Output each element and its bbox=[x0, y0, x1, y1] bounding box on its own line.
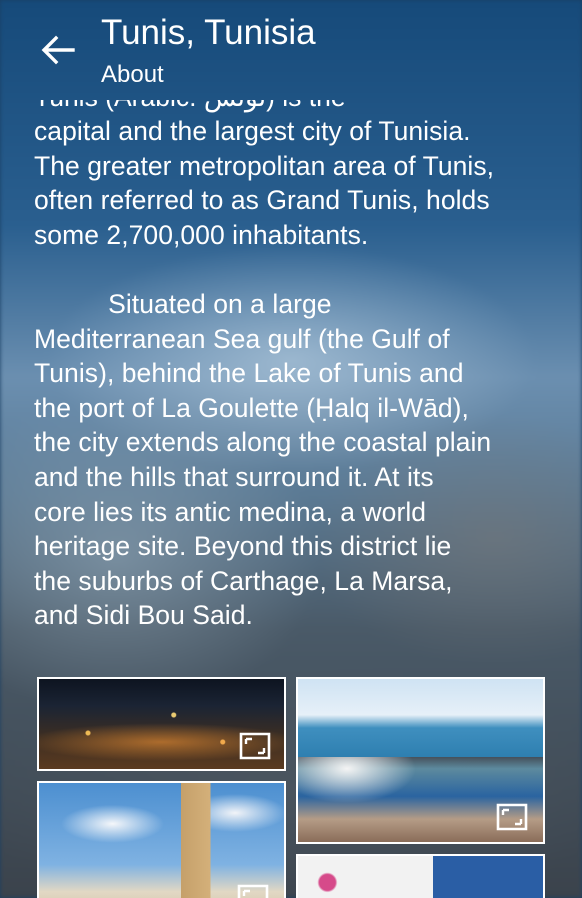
gallery-image-tunis-night[interactable] bbox=[37, 677, 286, 771]
arrow-back-icon bbox=[41, 35, 75, 65]
expand-icon[interactable] bbox=[238, 731, 272, 761]
back-button[interactable] bbox=[32, 26, 84, 74]
gallery-image-minaret[interactable] bbox=[37, 781, 286, 898]
page-title: Tunis, Tunisia bbox=[101, 13, 316, 52]
app-bar: Tunis, Tunisia About bbox=[0, 0, 582, 100]
about-text: capital and the largest city of Tunisia.… bbox=[34, 116, 495, 631]
gallery-image-sidi-bou-said[interactable] bbox=[296, 677, 545, 844]
page-subtitle: About bbox=[101, 61, 164, 88]
about-scroll-area[interactable]: Tunis (Arabic: تونس) is the capital and … bbox=[0, 100, 582, 898]
expand-icon[interactable] bbox=[495, 802, 529, 832]
about-text-cutoff-line: Tunis (Arabic: تونس) is the bbox=[34, 100, 564, 115]
gallery-image-blue-door[interactable] bbox=[296, 854, 545, 898]
expand-icon[interactable] bbox=[236, 883, 270, 898]
